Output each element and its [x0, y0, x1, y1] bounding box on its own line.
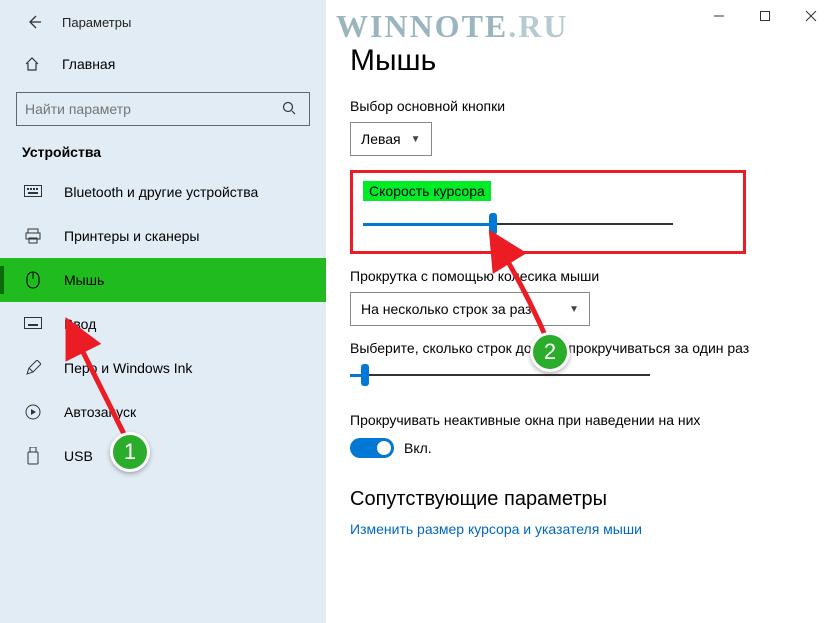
toggle-switch[interactable]	[350, 438, 394, 458]
primary-button-label: Выбор основной кнопки	[350, 98, 810, 114]
sidebar-item-label: Мышь	[64, 272, 104, 288]
typing-icon	[22, 317, 44, 331]
keyboard-icon	[22, 185, 44, 199]
scroll-inactive-label: Прокручивать неактивные окна при наведен…	[350, 412, 810, 428]
lines-at-time-slider[interactable]	[350, 364, 650, 384]
cursor-speed-label: Скорость курсора	[363, 181, 491, 201]
sidebar-item-mouse[interactable]: Мышь	[0, 258, 326, 302]
dropdown-value: На несколько строк за раз	[361, 301, 531, 317]
page-title: Мышь	[350, 44, 810, 78]
chevron-down-icon: ▼	[411, 134, 421, 145]
close-button[interactable]	[788, 0, 834, 32]
sidebar-item-printers[interactable]: Принтеры и сканеры	[0, 214, 326, 258]
annotation-badge-2: 2	[530, 332, 570, 372]
dropdown-value: Левая	[361, 131, 401, 147]
primary-button-dropdown[interactable]: Левая ▼	[350, 122, 432, 156]
scroll-mode-label: Прокрутка с помощью колесика мыши	[350, 268, 810, 284]
usb-icon	[22, 447, 44, 465]
printer-icon	[22, 228, 44, 244]
titlebar: Параметры	[0, 0, 326, 44]
sidebar-item-bluetooth[interactable]: Bluetooth и другие устройства	[0, 170, 326, 214]
slider-thumb[interactable]	[489, 213, 497, 235]
sidebar-item-pen[interactable]: Перо и Windows Ink	[0, 346, 326, 390]
sidebar-section-header: Устройства	[0, 126, 326, 170]
chevron-down-icon: ▼	[569, 304, 579, 315]
sidebar-item-label: Ввод	[64, 316, 96, 332]
window-title: Параметры	[62, 15, 131, 30]
slider-thumb[interactable]	[361, 364, 369, 386]
settings-window: Параметры Главная Устройства Bluetooth и…	[0, 0, 834, 623]
slider-fill	[363, 223, 493, 226]
cursor-speed-highlight: Скорость курсора	[350, 170, 746, 254]
nav-home-label: Главная	[62, 56, 115, 72]
sidebar-item-label: Bluetooth и другие устройства	[64, 184, 258, 200]
minimize-button[interactable]	[696, 0, 742, 32]
main-content: Мышь Выбор основной кнопки Левая ▼ Скоро…	[326, 0, 834, 623]
lines-at-time-label: Выберите, сколько строк должно прокручив…	[350, 340, 810, 356]
annotation-badge-1: 1	[110, 432, 150, 472]
mouse-icon	[22, 271, 44, 289]
autoplay-icon	[22, 404, 44, 420]
scroll-inactive-toggle[interactable]: Вкл.	[350, 438, 810, 458]
scroll-mode-dropdown[interactable]: На несколько строк за раз ▼	[350, 292, 590, 326]
nav-home[interactable]: Главная	[0, 44, 326, 84]
maximize-button[interactable]	[742, 0, 788, 32]
related-heading: Сопутствующие параметры	[350, 488, 810, 511]
related-link[interactable]: Изменить размер курсора и указателя мыши	[350, 521, 810, 537]
sidebar-item-label: Перо и Windows Ink	[64, 360, 192, 376]
sidebar-item-label: USB	[64, 448, 93, 464]
sidebar-item-typing[interactable]: Ввод	[0, 302, 326, 346]
pen-icon	[22, 360, 44, 376]
search-input[interactable]	[25, 101, 281, 117]
sidebar-item-label: Автозапуск	[64, 404, 136, 420]
sidebar: Параметры Главная Устройства Bluetooth и…	[0, 0, 326, 623]
search-icon	[281, 100, 301, 119]
window-controls	[696, 0, 834, 32]
sidebar-item-autoplay[interactable]: Автозапуск	[0, 390, 326, 434]
toggle-state: Вкл.	[404, 440, 432, 456]
home-icon	[22, 56, 42, 72]
back-button[interactable]	[16, 4, 52, 40]
slider-track	[350, 374, 650, 376]
sidebar-item-label: Принтеры и сканеры	[64, 228, 199, 244]
search-box[interactable]	[16, 92, 310, 126]
sidebar-item-usb[interactable]: USB	[0, 434, 326, 478]
cursor-speed-slider[interactable]	[363, 213, 673, 233]
